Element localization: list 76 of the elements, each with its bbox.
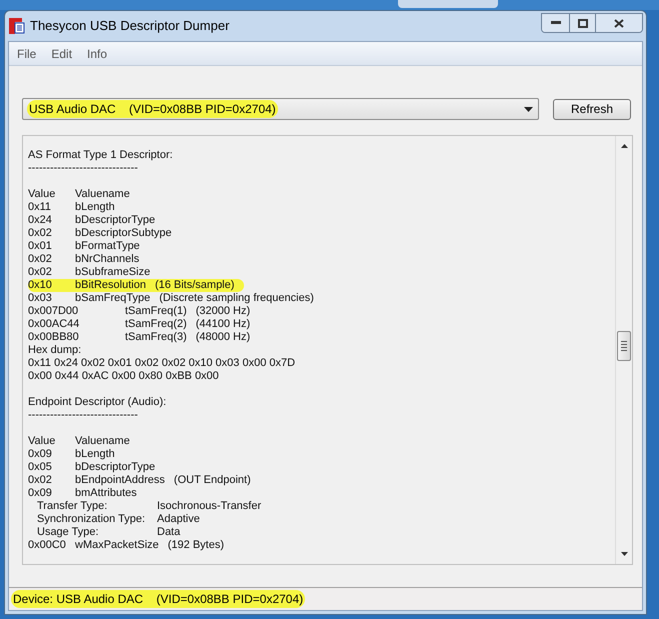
output-text: Endpoint Descriptor (Audio): — [28, 396, 166, 409]
output-text: tSamFreq(1) — [125, 305, 187, 318]
output-text: 0x02 — [28, 227, 53, 240]
output-text: bDescriptorSubtype — [75, 227, 172, 240]
close-icon — [614, 18, 624, 28]
app-icon — [8, 17, 26, 35]
output-text: (OUT Endpoint) — [174, 474, 251, 487]
minimize-icon — [550, 21, 560, 25]
output-text: ------------------------------ — [28, 409, 138, 422]
output-text: wMaxPacketSize — [75, 539, 159, 552]
output-text: bSamFreqType — [75, 292, 150, 305]
menu-item[interactable]: File — [17, 44, 36, 62]
output-text: 0x00AC44 — [28, 318, 80, 331]
output-text: 0x02 — [28, 266, 53, 279]
output-text: 0x007D00 — [28, 305, 80, 318]
menu-item[interactable]: Info — [87, 44, 108, 62]
output-text: (48000 Hz) — [196, 331, 250, 344]
output-text: bEndpointAddress — [75, 474, 165, 487]
device-dropdown[interactable]: USB Audio DAC (VID=0x08BB PID=0x2704) — [22, 98, 539, 120]
scrollbar[interactable] — [615, 136, 632, 564]
output-text: 0x03 — [28, 292, 53, 305]
maximize-button[interactable] — [570, 14, 596, 32]
output-text: (44100 Hz) — [196, 318, 250, 331]
output-text: 0x00 0x44 0xAC 0x00 0x80 0xBB 0x00 — [28, 370, 219, 383]
output-text: (16 Bits/sample) — [154, 279, 234, 292]
output-text: bNrChannels — [75, 253, 140, 266]
scroll-thumb[interactable] — [617, 331, 631, 361]
scroll-up-icon[interactable] — [620, 144, 628, 148]
output-text: bSubframeSize — [75, 266, 150, 279]
close-button[interactable] — [596, 14, 642, 32]
output-text: tSamFreq(2) — [125, 318, 187, 331]
output-text: AS Format Type 1 Descriptor: — [28, 149, 173, 162]
output-text: Value — [28, 188, 56, 201]
output-text: 0x09 — [28, 448, 53, 461]
output-text: Data — [157, 526, 180, 539]
output-text: tSamFreq(3) — [125, 331, 187, 344]
output-text: 0x10 — [28, 279, 53, 292]
output-text: bmAttributes — [75, 487, 137, 500]
output-text: 0x24 — [28, 214, 53, 227]
output-text: Usage Type: — [37, 526, 100, 539]
output-text: bDescriptorType — [75, 214, 156, 227]
output-text: bLength — [75, 448, 115, 461]
output-text: Transfer Type: — [37, 500, 108, 513]
output-text: 0x09 — [28, 487, 53, 500]
output-text: 0x02 — [28, 253, 53, 266]
output-text: bFormatType — [75, 240, 140, 253]
output-text: Valuename — [75, 188, 130, 201]
output-text: 0x00BB80 — [28, 331, 80, 344]
output-text: 0x02 — [28, 474, 53, 487]
output-text: 0x05 — [28, 461, 53, 474]
output-text: Valuename — [75, 435, 130, 448]
output-text: bBitResolution — [75, 279, 146, 292]
output-text: bDescriptorType — [75, 461, 156, 474]
output-text: (192 Bytes) — [168, 539, 224, 552]
refresh-button[interactable]: Refresh — [553, 98, 631, 120]
scroll-down-icon[interactable] — [620, 552, 628, 556]
output-text: (Discrete sampling frequencies) — [159, 292, 314, 305]
maximize-icon — [578, 18, 588, 28]
minimize-button[interactable] — [542, 14, 570, 32]
output-text: Hex dump: — [28, 344, 82, 357]
output-text: 0x11 — [28, 201, 52, 214]
output-text: Adaptive — [157, 513, 200, 526]
output-text: Value — [28, 435, 56, 448]
status-text: Device: USB Audio DAC (VID=0x08BB PID=0x2704) — [11, 590, 306, 608]
dropdown-value: USB Audio DAC (VID=0x08BB PID=0x2704) — [27, 100, 278, 118]
output-text: 0x11 0x24 0x02 0x01 0x02 0x02 0x10 0x03 0x00 0x7D — [28, 357, 296, 370]
output-text: ------------------------------ — [28, 162, 138, 175]
dropdown-arrow-icon — [524, 106, 533, 112]
output-text: bLength — [75, 201, 115, 214]
output-text: Synchronization Type: — [37, 513, 146, 526]
output-text: 0x00C0 — [28, 539, 67, 552]
output-text: Isochronous-Transfer — [157, 500, 262, 513]
window-title: Thesycon USB Descriptor Dumper — [30, 17, 230, 36]
menu-item[interactable]: Edit — [51, 44, 72, 62]
output-text: 0x01 — [28, 240, 53, 253]
output-text: (32000 Hz) — [196, 305, 250, 318]
